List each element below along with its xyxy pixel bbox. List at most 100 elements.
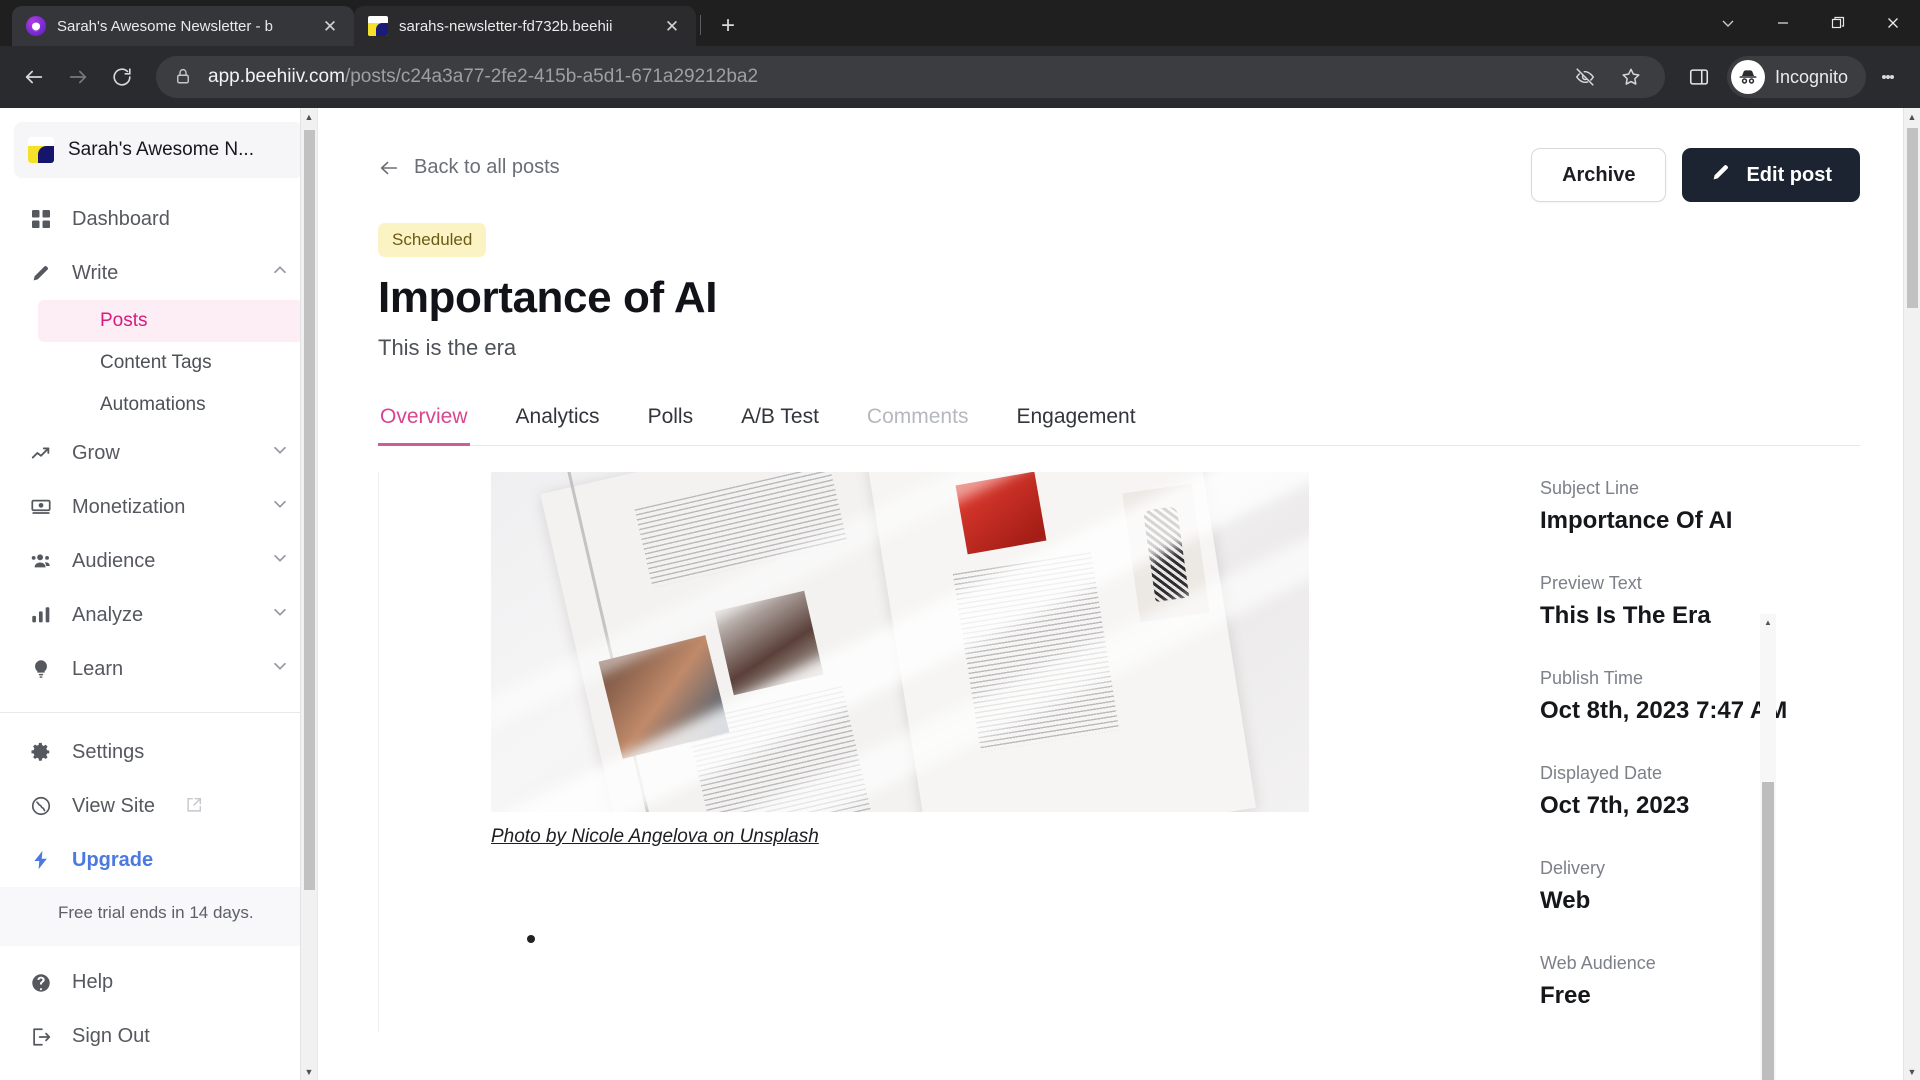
detail-web-audience: Web Audience Free xyxy=(1540,953,1920,1010)
sidebar-scrollbar-thumb[interactable] xyxy=(304,130,315,890)
detail-displayed-date-value: Oct 7th, 2023 xyxy=(1540,792,1690,819)
tab-polls[interactable]: Polls xyxy=(646,405,696,445)
bar-chart-icon xyxy=(28,602,54,628)
bookmark-star-icon[interactable] xyxy=(1611,57,1651,97)
address-bar-url: app.beehiiv.com/posts/c24a3a77-2fe2-415b… xyxy=(208,66,758,88)
tab-analytics[interactable]: Analytics xyxy=(514,405,602,445)
reload-icon[interactable] xyxy=(102,57,142,97)
tab-engagement[interactable]: Engagement xyxy=(1014,405,1137,445)
incognito-profile-chip[interactable]: Incognito xyxy=(1726,56,1866,98)
sidebar-item-monetization[interactable]: Monetization xyxy=(0,480,317,534)
sidebar-item-content-tags[interactable]: Content Tags xyxy=(38,342,303,384)
sidebar-scrollbar[interactable]: ▲ ▼ xyxy=(300,108,317,1080)
workspace-switcher[interactable]: Sarah's Awesome N... xyxy=(14,122,303,178)
chevron-down-icon[interactable] xyxy=(1700,0,1755,46)
details-panel-scrollbar[interactable]: ▲ xyxy=(1760,614,1776,1080)
incognito-icon xyxy=(1730,60,1765,94)
scroll-down-icon[interactable]: ▼ xyxy=(1904,1063,1920,1080)
main-content: Back to all posts Archive Edit post Sche… xyxy=(318,108,1920,1080)
details-panel-scrollbar-thumb[interactable] xyxy=(1762,782,1774,1080)
detail-subject-line-value: Importance Of AI xyxy=(1540,507,1733,534)
sidebar-item-monetization-label: Monetization xyxy=(72,495,186,518)
post-preview-column: Photo by Nicole Angelova on Unsplash xyxy=(378,472,1468,1032)
overview-body: Photo by Nicole Angelova on Unsplash Sub… xyxy=(378,472,1860,1032)
back-to-all-posts-label: Back to all posts xyxy=(414,156,560,178)
eye-off-icon[interactable] xyxy=(1565,57,1605,97)
archive-button[interactable]: Archive xyxy=(1531,148,1667,202)
trending-up-icon xyxy=(28,440,54,466)
image-caption[interactable]: Photo by Nicole Angelova on Unsplash xyxy=(491,826,1468,848)
omnibox-actions xyxy=(1565,57,1657,97)
side-panel-icon[interactable] xyxy=(1679,57,1719,97)
sidebar-item-analyze[interactable]: Analyze xyxy=(0,588,317,642)
close-window-icon[interactable] xyxy=(1865,0,1920,46)
bolt-icon xyxy=(28,847,54,873)
sidebar-item-help[interactable]: Help xyxy=(0,956,317,1010)
detail-delivery-label: Delivery xyxy=(1540,858,1606,878)
forward-icon[interactable] xyxy=(58,57,98,97)
browser-menu-icon[interactable] xyxy=(1870,57,1906,97)
scroll-down-icon[interactable]: ▼ xyxy=(301,1063,317,1080)
sidebar-item-upgrade[interactable]: Upgrade xyxy=(0,833,317,887)
restore-icon[interactable] xyxy=(1810,0,1865,46)
sidebar-item-automations[interactable]: Automations xyxy=(38,384,303,426)
minimize-icon[interactable] xyxy=(1755,0,1810,46)
sidebar-item-posts-label: Posts xyxy=(100,310,148,331)
sidebar-item-learn[interactable]: Learn xyxy=(0,642,317,696)
sidebar-divider xyxy=(0,712,317,713)
sidebar-item-learn-label: Learn xyxy=(72,657,124,680)
trial-notice: Free trial ends in 14 days. xyxy=(0,887,317,946)
detail-publish-time-label: Publish Time xyxy=(1540,668,1644,688)
back-icon[interactable] xyxy=(14,57,54,97)
tab-ab-test[interactable]: A/B Test xyxy=(739,405,821,445)
tab-comments[interactable]: Comments xyxy=(865,405,971,445)
scroll-up-icon[interactable]: ▲ xyxy=(301,108,317,125)
page-scrollbar-thumb[interactable] xyxy=(1907,128,1918,308)
post-tabs: Overview Analytics Polls A/B Test Commen… xyxy=(378,405,1860,446)
detail-preview-text-value: This Is The Era xyxy=(1540,602,1711,629)
edit-post-label: Edit post xyxy=(1746,163,1832,186)
chevron-down-icon xyxy=(271,549,291,573)
sidebar-item-view-site-label: View Site xyxy=(72,794,156,817)
chevron-down-icon xyxy=(271,495,291,519)
window-controls xyxy=(1700,0,1920,46)
detail-delivery: Delivery Web xyxy=(1540,858,1920,915)
sidebar-item-view-site[interactable]: View Site xyxy=(0,779,317,833)
close-tab-2-icon[interactable]: ✕ xyxy=(660,14,684,38)
incognito-label: Incognito xyxy=(1774,66,1848,87)
browser-tab-2-title: sarahs-newsletter-fd732b.beehii xyxy=(399,17,613,35)
sidebar-item-audience[interactable]: Audience xyxy=(0,534,317,588)
sidebar-item-grow[interactable]: Grow xyxy=(0,426,317,480)
tab-separator xyxy=(700,15,701,35)
browser-tab-2[interactable]: sarahs-newsletter-fd732b.beehii ✕ xyxy=(354,6,696,46)
chevron-down-icon xyxy=(271,603,291,627)
detail-publish-time: Publish Time Oct 8th, 2023 7:47 AM xyxy=(1540,668,1920,725)
sidebar-footer: Help Sign Out xyxy=(0,946,317,1064)
sidebar-item-automations-label: Automations xyxy=(100,394,206,415)
scroll-up-icon[interactable]: ▲ xyxy=(1760,614,1776,630)
chevron-up-icon xyxy=(271,261,291,285)
arrow-left-icon xyxy=(378,157,400,179)
scroll-up-icon[interactable]: ▲ xyxy=(1904,108,1920,125)
page-scrollbar[interactable]: ▲ ▼ xyxy=(1903,108,1920,1080)
sidebar-item-sign-out-label: Sign Out xyxy=(72,1025,150,1048)
address-bar[interactable]: app.beehiiv.com/posts/c24a3a77-2fe2-415b… xyxy=(156,56,1665,98)
sidebar-item-posts[interactable]: Posts xyxy=(38,300,303,342)
post-body-bullet xyxy=(527,930,1468,948)
post-detail-page: Back to all posts Archive Edit post Sche… xyxy=(318,108,1920,1032)
close-tab-1-icon[interactable]: ✕ xyxy=(318,14,342,38)
browser-window: Sarah's Awesome Newsletter - b ✕ sarahs-… xyxy=(0,0,1920,1080)
gear-icon xyxy=(28,739,54,765)
sidebar-item-dashboard[interactable]: Dashboard xyxy=(0,192,317,246)
sidebar-item-write[interactable]: Write xyxy=(0,246,317,300)
lock-icon xyxy=(174,67,194,87)
sidebar-item-settings[interactable]: Settings xyxy=(0,725,317,779)
sidebar-item-content-tags-label: Content Tags xyxy=(100,352,212,373)
new-tab-button[interactable]: + xyxy=(711,9,745,43)
browser-tab-1[interactable]: Sarah's Awesome Newsletter - b ✕ xyxy=(12,6,354,46)
edit-post-button[interactable]: Edit post xyxy=(1682,148,1860,202)
workspace-name: Sarah's Awesome N... xyxy=(68,139,254,160)
page-viewport: Sarah's Awesome N... Dashboard Write Pos… xyxy=(0,108,1920,1080)
tab-overview[interactable]: Overview xyxy=(378,405,470,446)
sidebar-item-sign-out[interactable]: Sign Out xyxy=(0,1010,317,1064)
